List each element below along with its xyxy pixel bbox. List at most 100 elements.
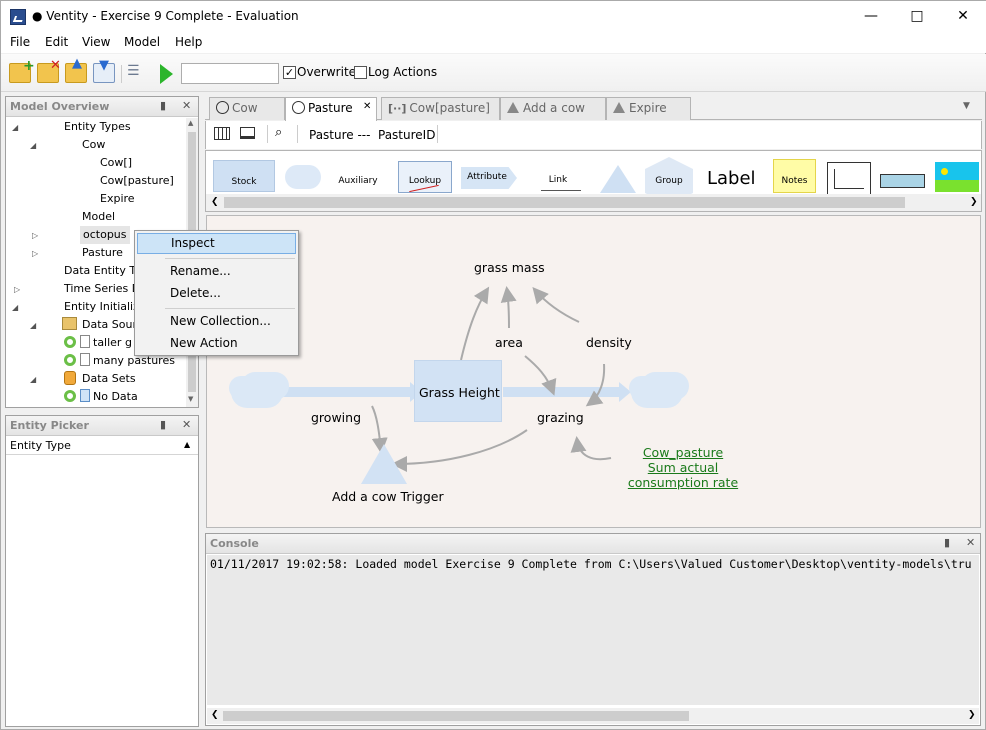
keyboard-icon[interactable] xyxy=(240,127,255,139)
flow-pipe-grazing[interactable] xyxy=(503,387,623,397)
save-model-icon[interactable]: ▼ xyxy=(93,58,115,83)
scroll-down-icon[interactable]: ▼ xyxy=(188,395,193,403)
palette-link[interactable]: Link xyxy=(538,175,578,185)
image-icon[interactable] xyxy=(935,162,979,192)
tab-cow-pasture[interactable]: [··] Cow[pasture] xyxy=(381,97,500,120)
scroll-right-icon[interactable]: ❯ xyxy=(968,710,976,720)
minimize-button[interactable]: — xyxy=(848,1,894,32)
tree-item-cow-pasture[interactable]: Cow[pasture] xyxy=(100,172,174,190)
tree-item-model[interactable]: Model xyxy=(82,208,115,226)
chart-icon[interactable] xyxy=(827,162,871,196)
menu-file[interactable]: File xyxy=(10,35,30,49)
tab-list-dropdown-icon[interactable]: ▼ xyxy=(963,101,970,111)
table-view-icon[interactable] xyxy=(214,127,230,140)
entity-type-column-header[interactable]: Entity Type ▲ xyxy=(6,437,198,455)
menu-view[interactable]: View xyxy=(82,35,110,49)
pin-icon[interactable]: ▮ xyxy=(160,418,166,431)
tree-item-cow[interactable]: Cow xyxy=(82,136,105,154)
flow-pipe-growing[interactable] xyxy=(283,387,415,397)
collapse-arrow-icon[interactable]: ▷ xyxy=(14,285,20,294)
tree-item-entity-types[interactable]: Entity Types xyxy=(64,118,131,136)
diagram-canvas[interactable]: Grass Height Add a cow Trigger grass mas… xyxy=(206,215,981,528)
tree-item-data-sets[interactable]: Data Sets xyxy=(82,370,136,388)
tab-close-icon[interactable]: ✕ xyxy=(363,101,371,112)
expand-arrow-icon[interactable]: ◢ xyxy=(30,321,36,330)
inspect-magnifier-icon[interactable]: ⌕ xyxy=(275,125,282,140)
tab-cow[interactable]: Cow xyxy=(209,97,285,120)
maximize-button[interactable]: □ xyxy=(894,1,940,32)
menu-item-inspect[interactable]: Inspect xyxy=(137,233,296,254)
cloud-icon[interactable] xyxy=(285,165,321,189)
pin-icon[interactable]: ▮ xyxy=(160,99,166,112)
tree-item-pasture[interactable]: Pasture xyxy=(82,244,123,262)
table-icon[interactable] xyxy=(880,174,925,188)
pin-icon[interactable]: ▮ xyxy=(944,536,950,549)
source-cloud-icon[interactable] xyxy=(231,376,283,408)
menu-edit[interactable]: Edit xyxy=(45,35,68,49)
scroll-right-icon[interactable]: ❯ xyxy=(970,197,978,207)
scrollbar-thumb[interactable] xyxy=(224,197,905,208)
run-name-input[interactable] xyxy=(181,63,279,84)
tab-pasture[interactable]: Pasture ✕ xyxy=(285,97,377,121)
scroll-left-icon[interactable]: ❮ xyxy=(211,710,219,720)
panel-close-icon[interactable]: ✕ xyxy=(182,99,191,112)
label-area[interactable]: area xyxy=(495,335,523,350)
collapse-arrow-icon[interactable]: ▷ xyxy=(32,231,38,240)
menu-model[interactable]: Model xyxy=(124,35,160,49)
console-output[interactable]: 01/11/2017 19:02:58: Loaded model Exerci… xyxy=(207,555,979,705)
action-trigger-shape[interactable] xyxy=(361,444,407,484)
scrollbar-thumb[interactable] xyxy=(223,711,689,721)
label-add-a-cow-trigger[interactable]: Add a cow Trigger xyxy=(332,489,444,504)
menu-help[interactable]: Help xyxy=(175,35,202,49)
label-growing[interactable]: growing xyxy=(311,410,361,425)
sink-cloud-icon[interactable] xyxy=(631,376,683,408)
menu-item-delete[interactable]: Delete... xyxy=(137,284,296,305)
close-model-icon[interactable]: ✕ xyxy=(37,58,61,83)
tree-item-taller-grass[interactable]: taller g xyxy=(64,334,132,352)
log-actions-checkbox[interactable] xyxy=(354,66,367,79)
tree-item-no-data[interactable]: No Data xyxy=(64,388,138,406)
link-area-grazing[interactable] xyxy=(524,355,557,396)
link-consumption-rate[interactable]: Cow_pasture Sum actual consumption rate xyxy=(619,445,747,490)
collapse-arrow-icon[interactable]: ▷ xyxy=(32,249,38,258)
panel-close-icon[interactable]: ✕ xyxy=(966,536,975,549)
palette-lookup[interactable]: Lookup xyxy=(398,161,452,193)
tab-add-a-cow[interactable]: Add a cow xyxy=(500,97,606,120)
link-area-grassmass[interactable] xyxy=(500,286,517,329)
palette-auxiliary[interactable]: Auxiliary xyxy=(338,176,378,186)
settings-sliders-icon[interactable]: ☰ xyxy=(127,63,149,83)
palette-notes[interactable]: Notes xyxy=(773,159,816,193)
new-model-icon[interactable]: + xyxy=(9,58,35,83)
palette-attribute[interactable]: Attribute xyxy=(461,167,517,189)
tree-item-cow-collection[interactable]: Cow[] xyxy=(100,154,132,172)
scroll-up-icon[interactable]: ▲ xyxy=(188,119,193,127)
link-grazing-trigger[interactable] xyxy=(391,429,528,472)
tree-item-octopus[interactable]: octopus xyxy=(80,226,130,244)
tree-item-expire[interactable]: Expire xyxy=(100,190,135,208)
open-model-icon[interactable]: ▲ xyxy=(65,56,87,83)
expand-arrow-icon[interactable]: ◢ xyxy=(30,141,36,150)
action-triangle-icon[interactable] xyxy=(600,165,636,193)
panel-close-icon[interactable]: ✕ xyxy=(182,418,191,431)
menu-item-new-collection[interactable]: New Collection... xyxy=(137,312,296,333)
expand-arrow-icon[interactable]: ◢ xyxy=(12,123,18,132)
run-icon[interactable] xyxy=(160,64,173,84)
tree-item-data-entity-types[interactable]: Data Entity Ty xyxy=(64,262,141,280)
close-button[interactable]: ✕ xyxy=(940,1,986,32)
scroll-left-icon[interactable]: ❮ xyxy=(211,197,219,207)
link-density-grazing[interactable] xyxy=(585,363,606,407)
expand-arrow-icon[interactable]: ◢ xyxy=(30,375,36,384)
expand-arrow-icon[interactable]: ◢ xyxy=(12,303,18,312)
link-grassheight-grassmass[interactable] xyxy=(460,286,490,361)
palette-label-tool[interactable]: Label xyxy=(707,168,756,189)
palette-stock[interactable]: Stock xyxy=(213,160,275,192)
console-scrollbar[interactable]: ❮ ❯ xyxy=(207,708,979,724)
link-density-grassmass[interactable] xyxy=(532,286,580,323)
overwrite-checkbox[interactable]: ✓ xyxy=(283,66,296,79)
menu-item-new-action[interactable]: New Action xyxy=(137,334,296,355)
tree-item-entity-initializers[interactable]: Entity Initializ xyxy=(64,298,139,316)
link-consumption-grazing[interactable] xyxy=(570,436,612,461)
tab-expire[interactable]: Expire xyxy=(606,97,691,120)
menu-item-rename[interactable]: Rename... xyxy=(137,262,296,283)
palette-scrollbar[interactable]: ❮ ❯ xyxy=(206,194,981,211)
